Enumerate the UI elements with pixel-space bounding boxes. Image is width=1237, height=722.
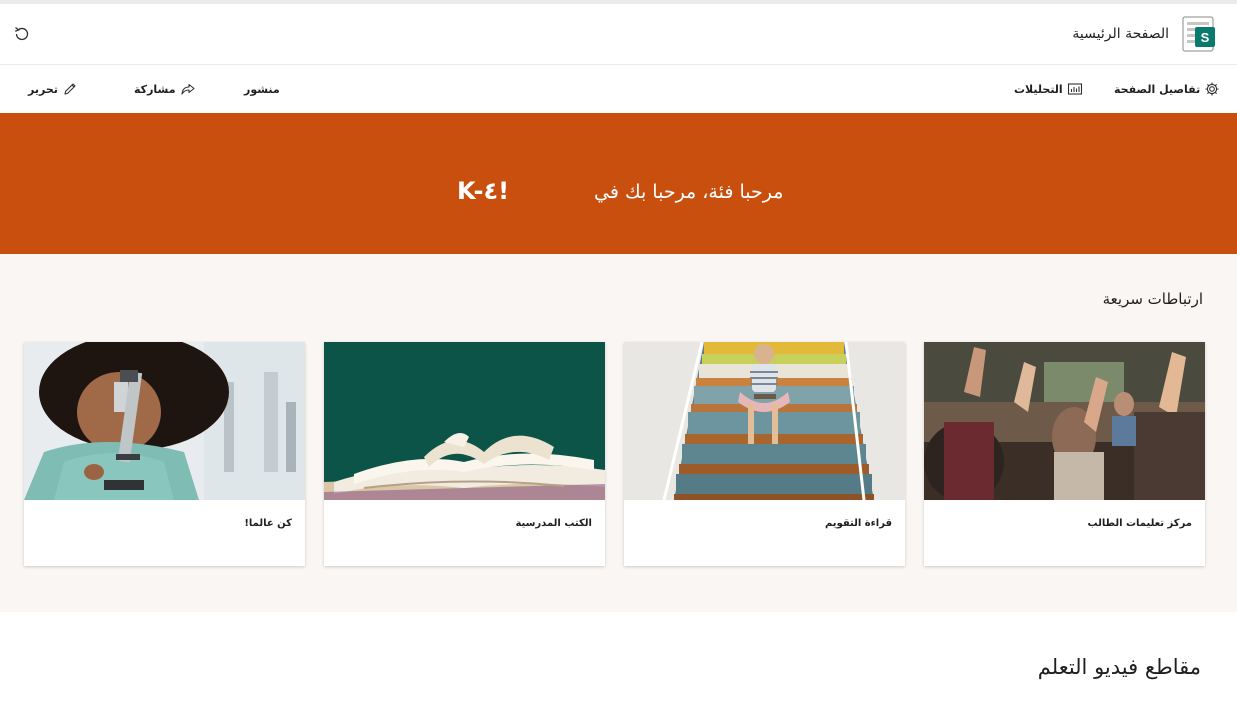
share-icon [180,83,195,95]
quick-link-card-textbooks[interactable]: الكتب المدرسية [324,342,605,566]
quick-link-card-be-a-scientist[interactable]: كن عالما! [24,342,305,566]
hero-banner: مرحبا فئة، مرحبا بك في K-٤! [0,113,1237,254]
gear-icon [1205,82,1219,96]
chart-icon [1067,83,1082,95]
card-caption: قراءة التقويم [824,518,892,529]
sharepoint-logo-icon[interactable]: S [1181,16,1217,52]
share-label: مشاركة [134,82,176,96]
logo-letter: S [1201,30,1210,45]
open-books-chalkboard-image [324,342,605,500]
pencil-icon [64,83,76,95]
card-caption: كن عالما! [244,518,292,529]
page-details-button[interactable]: تفاصيل الصفحة [1110,79,1220,99]
edit-button[interactable]: تحرير [24,79,78,99]
learning-videos-title: مقاطع فيديو التعلم [1037,655,1201,679]
quick-link-card-reading-calendar[interactable]: قراءة التقويم [624,342,905,566]
edit-label: تحرير [28,82,58,96]
command-bar: تفاصيل الصفحة التحليلات منشور مشاركة تحر… [0,65,1237,113]
card-caption: مركز تعليمات الطالب [1087,518,1192,529]
card-caption: الكتب المدرسية [515,518,592,529]
site-header: S الصفحة الرئيسية [0,4,1237,65]
banner-welcome-text: مرحبا فئة، مرحبا بك في [594,181,784,203]
girl-reading-on-stairs-image [624,342,905,500]
analytics-label: التحليلات [1014,82,1063,96]
child-microscope-image [24,342,305,500]
banner-grade-text: K-٤! [457,177,510,205]
analytics-button[interactable]: التحليلات [1010,79,1083,99]
refresh-icon[interactable] [12,24,32,44]
quick-link-card-student-help[interactable]: مركز تعليمات الطالب [924,342,1205,566]
site-title[interactable]: الصفحة الرئيسية [1072,25,1169,43]
quick-links-title: ارتباطات سريعة [1102,290,1203,308]
page-details-label: تفاصيل الصفحة [1114,82,1201,96]
published-label: منشور [244,82,280,96]
share-button[interactable]: مشاركة [130,79,196,99]
raised-hands-classroom-image [924,342,1205,500]
published-status: منشور [240,79,284,99]
